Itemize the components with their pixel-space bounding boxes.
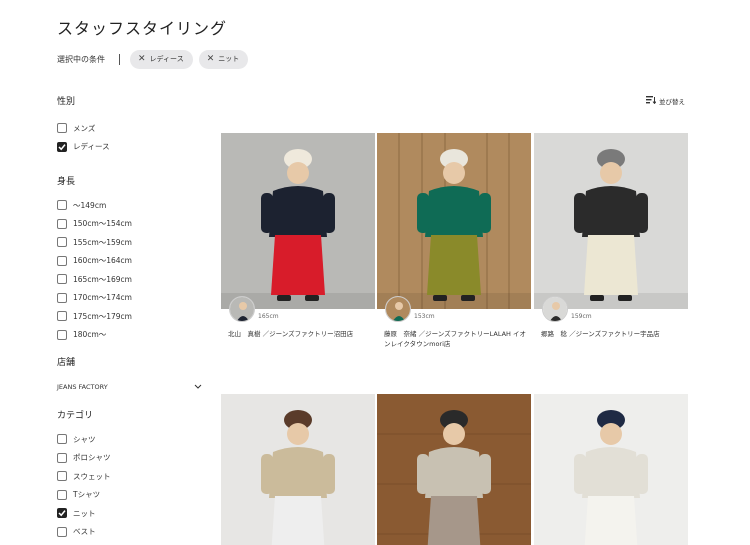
checkbox[interactable] — [57, 292, 67, 303]
avatar[interactable] — [542, 296, 568, 322]
condition-chip-knit[interactable]: ✕ ニット — [198, 49, 249, 69]
card-meta: 153cm — [377, 296, 531, 329]
checkbox-checked[interactable] — [57, 508, 67, 519]
page-title: スタッフスタイリング — [57, 19, 228, 38]
styling-photo[interactable] — [221, 394, 375, 545]
checkbox[interactable] — [57, 329, 67, 340]
option-label: 170cm～174cm — [73, 293, 132, 303]
option-label: レディース — [73, 142, 110, 152]
option-label: シャツ — [73, 434, 96, 444]
styling-photo[interactable] — [377, 394, 531, 545]
filter-option-ladies[interactable]: レディース — [57, 138, 202, 157]
styling-card[interactable]: 159cm 郷路 稔 ／ジーンズファクトリー宇品店 — [534, 133, 688, 339]
option-label: 175cm～179cm — [73, 311, 132, 321]
option-label: 165cm～169cm — [73, 274, 132, 284]
option-label: ベスト — [73, 527, 96, 537]
conditions-label: 選択中の条件 — [57, 54, 105, 64]
styling-card[interactable]: 165cm 北山 真樹 ／ジーンズファクトリー沼田店 — [221, 133, 375, 339]
checkbox-checked[interactable] — [57, 141, 67, 152]
filter-option-category[interactable]: スウェット — [57, 467, 202, 486]
filter-option-category[interactable]: ベスト — [57, 523, 202, 542]
avatar[interactable] — [385, 296, 411, 322]
filter-option-category[interactable]: ポロシャツ — [57, 449, 202, 468]
styling-photo[interactable] — [221, 133, 375, 309]
condition-chip-ladies[interactable]: ✕ レディース — [130, 49, 193, 69]
sort-label: 並び替え — [659, 98, 685, 106]
option-label: ～149cm — [73, 200, 107, 210]
chevron-down-icon — [194, 383, 202, 391]
option-label: 180cm～ — [73, 330, 107, 340]
option-label: メンズ — [73, 123, 96, 133]
checkbox[interactable] — [57, 434, 67, 445]
filter-title-store: 店舗 — [57, 358, 76, 368]
staff-name-store[interactable]: 郷路 稔 ／ジーンズファクトリー宇品店 — [534, 329, 688, 339]
close-icon[interactable]: ✕ — [138, 54, 146, 64]
filter-option-height[interactable]: 180cm～ — [57, 326, 202, 345]
styling-card[interactable] — [377, 394, 531, 545]
styling-photo[interactable] — [377, 133, 531, 309]
filter-option-height[interactable]: 155cm～159cm — [57, 233, 202, 252]
checkbox[interactable] — [57, 255, 67, 266]
checkbox[interactable] — [57, 123, 67, 134]
option-label: 155cm～159cm — [73, 237, 132, 247]
staff-height: 159cm — [571, 313, 592, 320]
checkbox[interactable] — [57, 471, 67, 482]
selected-conditions: 選択中の条件 ✕ レディース ✕ ニット — [57, 49, 254, 69]
option-label: ポロシャツ — [73, 453, 111, 463]
checkbox[interactable] — [57, 489, 67, 500]
filter-option-height[interactable]: 160cm～164cm — [57, 252, 202, 271]
store-select-value: JEANS FACTORY — [57, 383, 108, 391]
styling-card[interactable]: 153cm 藤原 奈緒 ／ジーンズファクトリーLALAH イオンレイクタウンmor… — [377, 133, 531, 349]
staff-name-store[interactable]: 藤原 奈緒 ／ジーンズファクトリーLALAH イオンレイクタウンmori店 — [377, 329, 531, 349]
filter-option-mens[interactable]: メンズ — [57, 119, 202, 138]
filter-option-category[interactable]: シャツ — [57, 430, 202, 449]
option-label: Tシャツ — [73, 490, 101, 500]
chip-label: レディース — [149, 55, 184, 63]
staff-height: 165cm — [258, 313, 279, 320]
filter-option-category[interactable]: Tシャツ — [57, 486, 202, 505]
checkbox[interactable] — [57, 237, 67, 248]
staff-height: 153cm — [414, 313, 435, 320]
option-label: 150cm～154cm — [73, 219, 132, 229]
checkbox[interactable] — [57, 526, 67, 537]
option-label: 160cm～164cm — [73, 256, 132, 266]
store-select[interactable]: JEANS FACTORY — [57, 379, 202, 395]
card-meta: 159cm — [534, 296, 688, 329]
filter-title-height: 身長 — [57, 177, 76, 187]
checkbox[interactable] — [57, 200, 67, 211]
checkbox[interactable] — [57, 311, 67, 322]
close-icon[interactable]: ✕ — [207, 54, 215, 64]
filter-option-height[interactable]: 150cm～154cm — [57, 215, 202, 234]
filter-title-category: カテゴリ — [57, 411, 94, 421]
staff-name-store[interactable]: 北山 真樹 ／ジーンズファクトリー沼田店 — [221, 329, 375, 339]
filter-option-height[interactable]: 170cm～174cm — [57, 289, 202, 308]
filter-option-height[interactable]: ～149cm — [57, 196, 202, 215]
sort-icon — [646, 96, 657, 106]
chip-label: ニット — [218, 55, 240, 63]
filter-title-gender: 性別 — [57, 97, 76, 107]
filter-sidebar: 性別 メンズ レディース 身長 ～149cm 150cm～154cm 155cm… — [57, 96, 202, 541]
filter-option-height[interactable]: 175cm～179cm — [57, 307, 202, 326]
checkbox[interactable] — [57, 452, 67, 463]
filter-option-category[interactable]: ニット — [57, 504, 202, 523]
styling-photo[interactable] — [534, 133, 688, 309]
option-label: ニット — [73, 508, 96, 518]
checkbox[interactable] — [57, 218, 67, 229]
sort-button[interactable]: 並び替え — [646, 96, 685, 106]
styling-photo[interactable] — [534, 394, 688, 545]
filter-option-height[interactable]: 165cm～169cm — [57, 270, 202, 289]
option-label: スウェット — [73, 471, 111, 481]
styling-card[interactable] — [221, 394, 375, 545]
card-meta: 165cm — [221, 296, 375, 329]
checkbox[interactable] — [57, 274, 67, 285]
avatar[interactable] — [229, 296, 255, 322]
styling-card[interactable] — [534, 394, 688, 545]
divider — [119, 53, 120, 65]
